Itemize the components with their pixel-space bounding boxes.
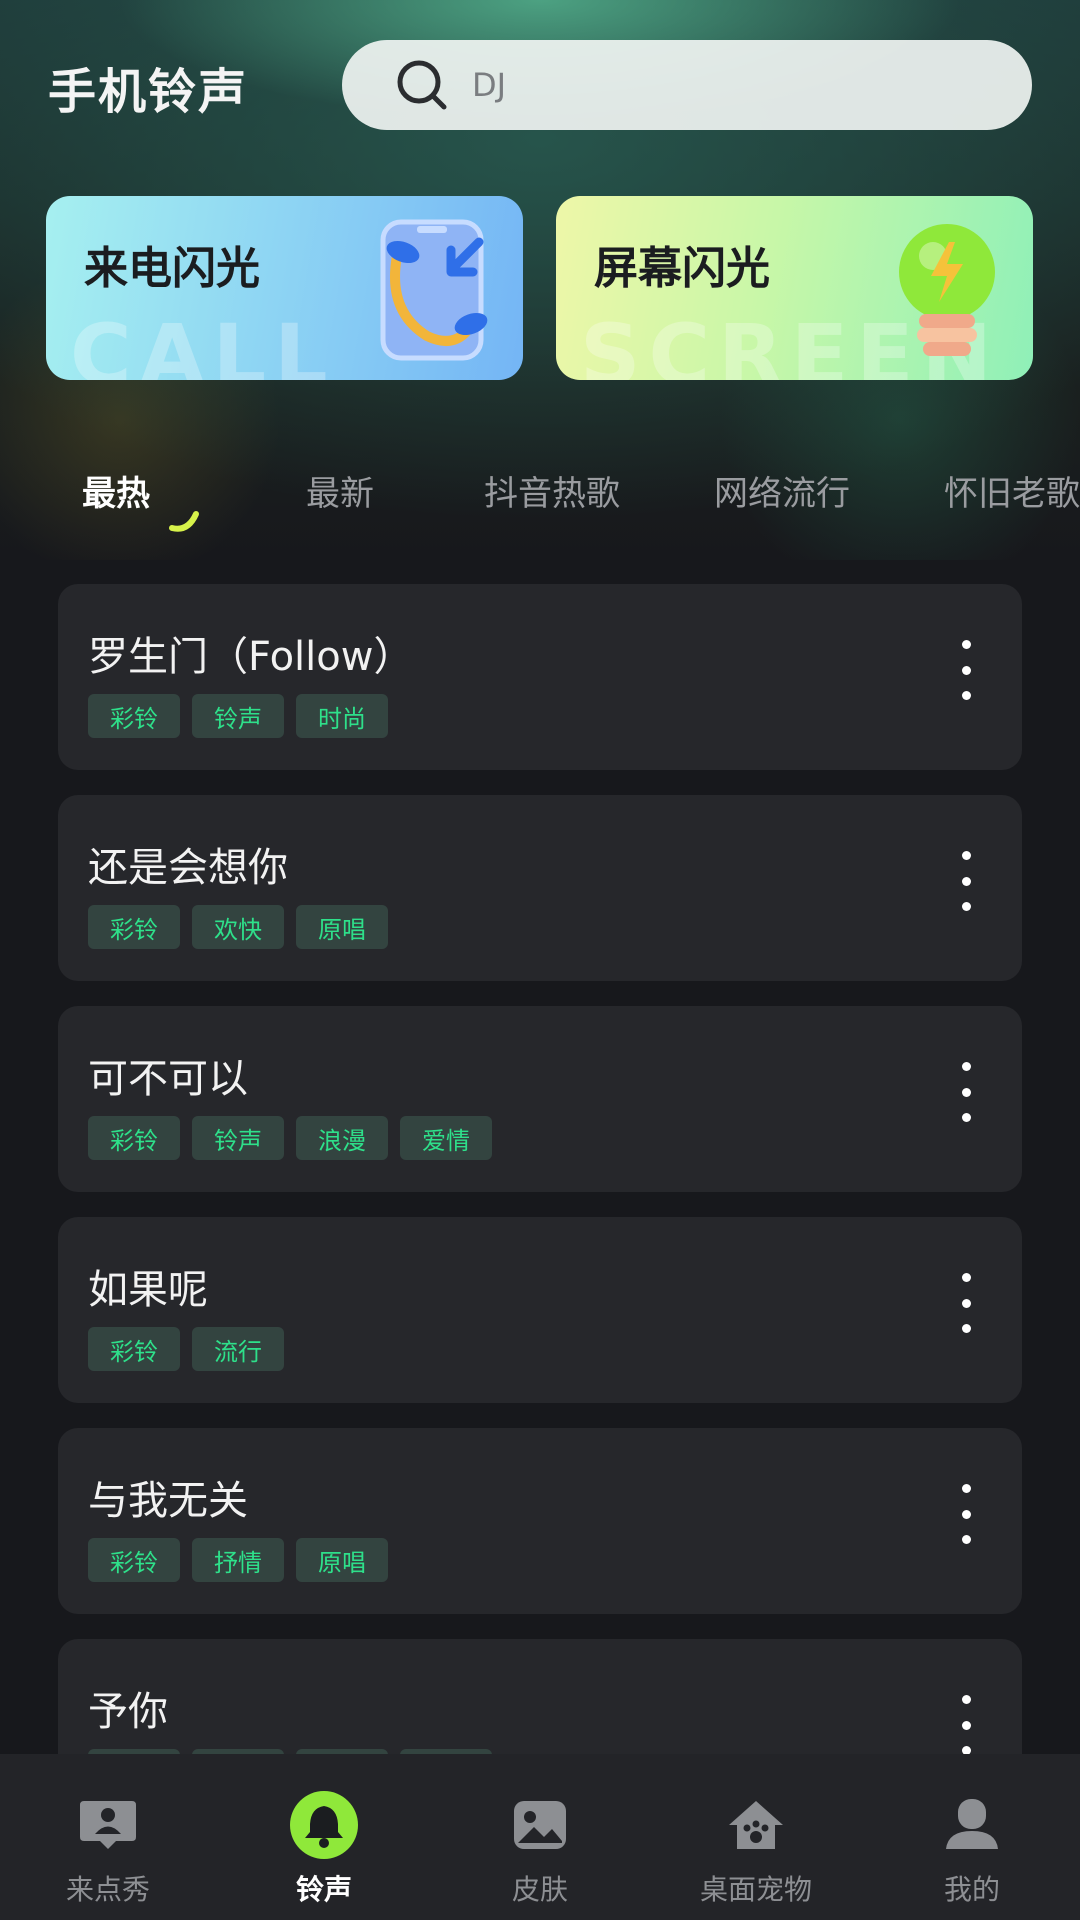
screen-flash-label: 屏幕闪光: [594, 243, 770, 294]
more-options-icon[interactable]: [954, 640, 978, 700]
call-flash-card[interactable]: CALL 来电闪光: [46, 196, 523, 380]
nav-label: 铃声: [295, 1873, 352, 1906]
phone-call-icon: [367, 216, 497, 370]
tag: 原唱: [296, 1538, 388, 1582]
more-options-icon[interactable]: [954, 1273, 978, 1333]
bottom-navigation: 来点秀 铃声 皮肤 桌面宠物 我的: [0, 1754, 1080, 1920]
nav-label: 我的: [943, 1873, 1000, 1906]
tag: 彩铃: [88, 1327, 180, 1371]
song-title: 与我无关: [88, 1478, 248, 1524]
image-icon: [505, 1790, 575, 1860]
tag: 彩铃: [88, 694, 180, 738]
category-tabs: 最热 最新 抖音热歌 网络流行 怀旧老歌: [0, 460, 1080, 540]
person-icon: [937, 1790, 1007, 1860]
more-options-icon[interactable]: [954, 851, 978, 911]
pet-house-icon: [721, 1790, 791, 1860]
nav-label: 皮肤: [511, 1873, 568, 1906]
tab-douyin-hits[interactable]: 抖音热歌: [484, 466, 620, 515]
tag: 爱情: [400, 1116, 492, 1160]
list-item[interactable]: 可不可以 彩铃 铃声 浪漫 爱情: [58, 1006, 1022, 1192]
nav-item-ringtone[interactable]: 铃声: [216, 1754, 432, 1920]
tag: 铃声: [192, 1116, 284, 1160]
tag: 欢快: [192, 905, 284, 949]
tab-internet-popular[interactable]: 网络流行: [714, 466, 850, 515]
nav-item-skin[interactable]: 皮肤: [432, 1754, 648, 1920]
tab-newest[interactable]: 最新: [306, 466, 374, 515]
song-title: 罗生门（Follow）: [88, 634, 414, 680]
tag: 流行: [192, 1327, 284, 1371]
search-bar[interactable]: DJ: [342, 40, 1032, 130]
tag: 彩铃: [88, 1116, 180, 1160]
more-options-icon[interactable]: [954, 1695, 978, 1755]
list-item[interactable]: 还是会想你 彩铃 欢快 原唱: [58, 795, 1022, 981]
call-flash-label: 来电闪光: [84, 243, 260, 294]
bell-icon: [289, 1790, 359, 1860]
tab-indicator: [169, 511, 199, 532]
tag: 抒情: [192, 1538, 284, 1582]
nav-item-show[interactable]: 来点秀: [0, 1754, 216, 1920]
app-title: 手机铃声: [48, 64, 249, 120]
list-item[interactable]: 与我无关 彩铃 抒情 原唱: [58, 1428, 1022, 1614]
song-title: 可不可以: [88, 1056, 248, 1102]
tag: 铃声: [192, 694, 284, 738]
nav-item-mine[interactable]: 我的: [864, 1754, 1080, 1920]
screen-flash-card[interactable]: SCREEN 屏幕闪光: [556, 196, 1033, 380]
nav-label: 桌面宠物: [699, 1873, 812, 1906]
tag: 彩铃: [88, 905, 180, 949]
song-title: 如果呢: [88, 1267, 208, 1313]
tag: 时尚: [296, 694, 388, 738]
tag: 原唱: [296, 905, 388, 949]
nav-label: 来点秀: [65, 1873, 150, 1906]
tab-classic-oldies[interactable]: 怀旧老歌: [944, 466, 1080, 515]
profile-card-icon: [73, 1790, 143, 1860]
search-icon: [392, 55, 452, 115]
list-item[interactable]: 罗生门（Follow） 彩铃 铃声 时尚: [58, 584, 1022, 770]
song-title: 予你: [88, 1689, 168, 1735]
list-item[interactable]: 如果呢 彩铃 流行: [58, 1217, 1022, 1403]
lightbulb-icon: [887, 216, 1007, 370]
song-title: 还是会想你: [88, 845, 288, 891]
nav-item-desktop-pet[interactable]: 桌面宠物: [648, 1754, 864, 1920]
search-input[interactable]: DJ: [472, 66, 506, 104]
tag: 浪漫: [296, 1116, 388, 1160]
more-options-icon[interactable]: [954, 1062, 978, 1122]
card-watermark: CALL: [70, 306, 336, 380]
tag: 彩铃: [88, 1538, 180, 1582]
tab-hottest[interactable]: 最热: [82, 466, 150, 515]
more-options-icon[interactable]: [954, 1484, 978, 1544]
